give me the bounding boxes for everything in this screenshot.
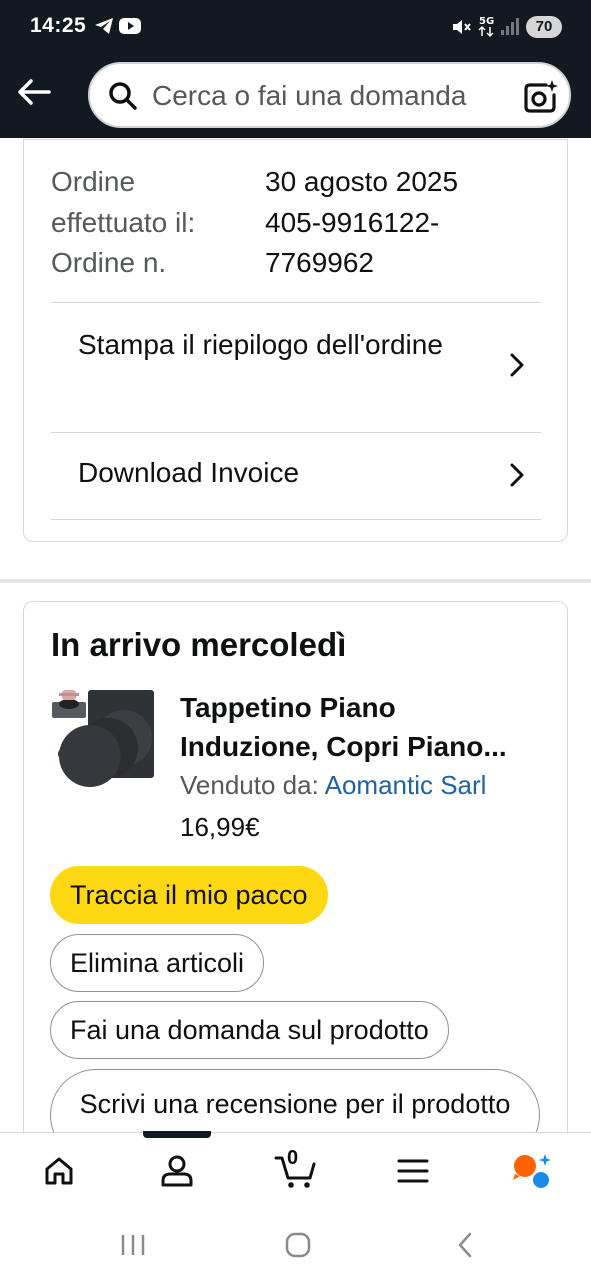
download-invoice-label: Download Invoice — [78, 457, 300, 488]
product-title-line2: Induzione, Copri Piano... — [180, 731, 507, 762]
back-system-button[interactable] — [450, 1230, 480, 1260]
youtube-icon — [119, 16, 141, 41]
bottom-navigation: 0 — [0, 1131, 591, 1208]
product-price: 16,99€ — [180, 812, 260, 842]
ask-product-question-button[interactable]: Fai una domanda sul prodotto — [50, 1001, 449, 1059]
order-date-value: 30 agosto 2025 — [265, 166, 459, 197]
print-summary-label: Stampa il riepilogo dell'ordine — [78, 329, 443, 360]
nav-menu[interactable] — [388, 1151, 438, 1191]
arrow-left-icon — [18, 79, 51, 105]
chevron-right-icon — [509, 461, 525, 494]
nav-cart[interactable]: 0 — [269, 1147, 323, 1191]
seller-label: Venduto da: — [180, 770, 319, 800]
delivery-status-title: In arrivo mercoledì — [51, 626, 347, 663]
app-header — [0, 56, 591, 138]
telegram-icon — [93, 14, 115, 43]
download-invoice-link[interactable]: Download Invoice — [51, 432, 541, 520]
order-info-card: Ordine effettuato il: Ordine n. 30 agost… — [23, 139, 568, 542]
product-image[interactable] — [50, 686, 158, 788]
section-divider — [0, 579, 591, 583]
account-icon — [161, 1155, 193, 1187]
camera-lens-icon[interactable] — [522, 78, 558, 119]
product-title[interactable]: Tappetino Piano Induzione, Copri Piano..… — [180, 688, 540, 766]
search-bar[interactable] — [88, 62, 571, 128]
cart-count-badge: 0 — [287, 1147, 299, 1169]
status-time: 14:25 — [30, 14, 87, 37]
home-icon — [45, 1157, 73, 1185]
shipment-card: In arrivo mercoledì Tappetino Piano Indu… — [23, 601, 568, 1161]
nav-account[interactable] — [152, 1151, 202, 1191]
seller-info: Venduto da: Aomantic Sarl — [180, 770, 486, 801]
track-package-button[interactable]: Traccia il mio pacco — [50, 866, 328, 924]
network-5g-icon: 5G — [478, 14, 498, 43]
svg-text:5G: 5G — [479, 16, 494, 27]
recent-apps-icon — [121, 1235, 145, 1255]
print-summary-link[interactable]: Stampa il riepilogo dell'ordine — [51, 302, 541, 432]
active-tab-indicator — [143, 1131, 211, 1138]
search-icon — [108, 81, 138, 116]
chevron-left-icon — [458, 1232, 472, 1258]
recent-apps-button[interactable] — [118, 1230, 148, 1260]
search-input[interactable] — [152, 76, 512, 116]
product-title-line1: Tappetino Piano — [180, 692, 396, 723]
nav-home[interactable] — [34, 1151, 84, 1191]
signal-icon — [500, 16, 520, 41]
chevron-right-icon — [509, 351, 525, 384]
order-date-label: Ordine effettuato il: — [51, 166, 196, 238]
order-number-value: 405-9916122-7769962 — [265, 206, 440, 279]
mute-icon — [450, 16, 472, 43]
status-bar: 14:25 5G 70 — [0, 0, 591, 56]
remove-items-button[interactable]: Elimina articoli — [50, 934, 265, 992]
nav-rufus[interactable] — [506, 1151, 556, 1191]
back-button[interactable] — [14, 74, 54, 110]
order-number-label: Ordine n. — [51, 247, 167, 278]
battery-indicator: 70 — [526, 16, 562, 38]
menu-icon — [397, 1159, 429, 1183]
home-system-button[interactable] — [283, 1230, 313, 1260]
rufus-assistant-icon — [513, 1154, 551, 1188]
system-navigation-bar — [0, 1208, 591, 1280]
seller-link[interactable]: Aomantic Sarl — [325, 770, 487, 800]
home-circle-icon — [285, 1232, 311, 1258]
